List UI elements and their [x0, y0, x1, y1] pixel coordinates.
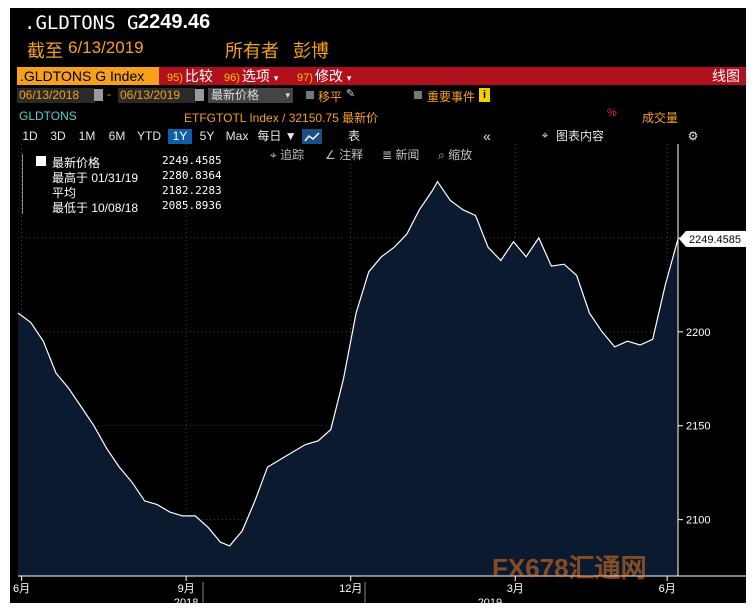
legend-tree-line — [22, 154, 31, 214]
chart-legend: 最新价格 2249.4585 最高于 01/31/19 2280.8364 平均… — [22, 154, 222, 218]
x-tick-label: 12月 — [339, 583, 362, 595]
price-chart: 210021502200 6月 9月 12月 3月 6月2018 2019 2249.45… — [13, 144, 746, 603]
legend-value: 2085.8936 — [162, 199, 222, 212]
y-axis-ticks: 2100 2150 2200 — [678, 237, 710, 527]
x-tick-label: 6月 — [659, 583, 676, 595]
year-label: 2019 — [478, 597, 502, 603]
y-tick-label: 2150 — [686, 421, 710, 433]
series-area — [18, 181, 678, 576]
legend-value: 2280.8364 — [162, 169, 222, 182]
last-value-pointer — [679, 230, 686, 247]
watermark-logo: FX678汇通网 — [492, 553, 647, 583]
legend-value: 2249.4585 — [162, 154, 222, 167]
last-value-label: 2249.4585 — [689, 234, 741, 246]
x-tick-label: 9月 — [178, 583, 195, 595]
x-tick-label: 6月 — [13, 583, 30, 595]
terminal-screen: .GLDTONS G 2249.46 截至 6/13/2019 所有者 彭博 .… — [10, 8, 746, 603]
last-value-marker: 2249.4585 — [679, 230, 746, 247]
y-tick-label: 2200 — [686, 327, 710, 339]
y-tick-label: 2100 — [686, 515, 710, 527]
legend-value: 2182.2283 — [162, 184, 222, 197]
legend-series-swatch[interactable] — [36, 156, 46, 166]
year-label: 2018 — [174, 597, 198, 603]
legend-label: 最低于 10/08/18 — [52, 201, 139, 215]
